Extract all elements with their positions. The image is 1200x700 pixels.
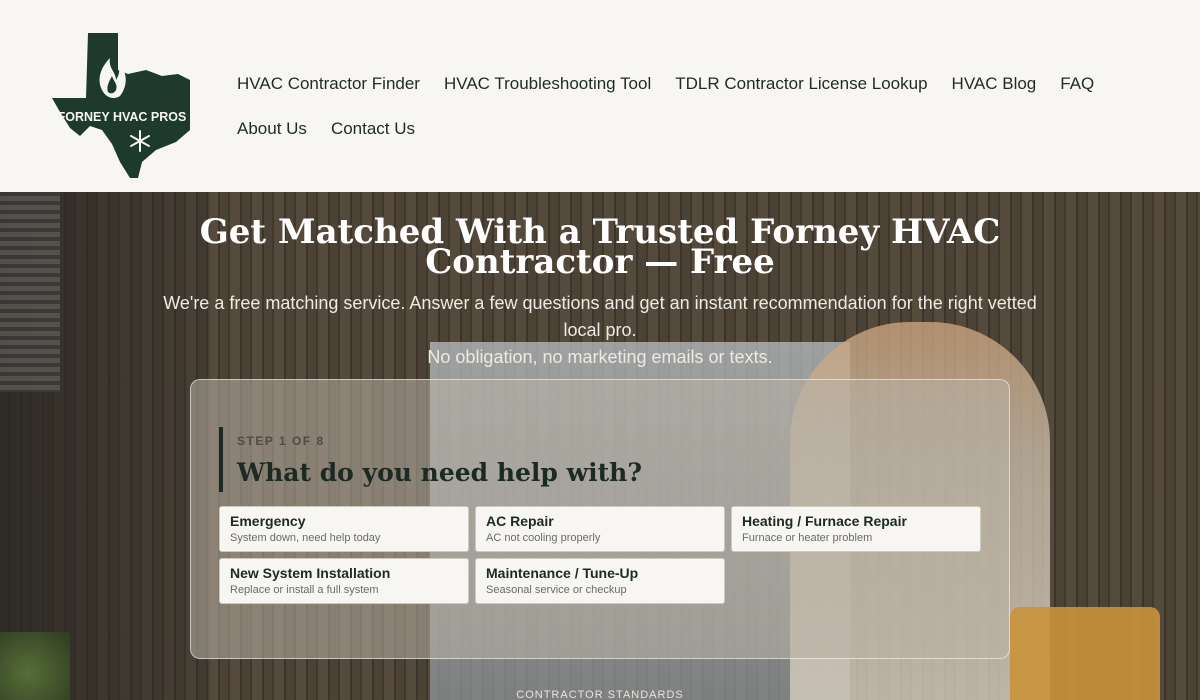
nav-item-contractor-finder[interactable]: HVAC Contractor Finder (225, 68, 432, 100)
hero-subtitle-line-2: No obligation, no marketing emails or te… (427, 347, 773, 367)
step-indicator: STEP 1 OF 8 (237, 434, 325, 448)
site-logo[interactable]: FORNEY HVAC PROS (50, 30, 195, 180)
option-description: AC not cooling properly (486, 532, 601, 544)
option-description: System down, need help today (230, 532, 381, 544)
hero-title: Get Matched With a Trusted Forney HVAC C… (199, 212, 1001, 282)
nav-item-faq[interactable]: FAQ (1048, 68, 1106, 100)
hero-subtitle: We're a free matching service. Answer a … (160, 290, 1040, 371)
hero-background-toolbelt (1010, 607, 1160, 700)
nav-item-about-us[interactable]: About Us (225, 113, 319, 145)
option-ac-repair[interactable]: AC Repair AC not cooling properly (475, 506, 725, 552)
hero-subtitle-line-1: We're a free matching service. Answer a … (163, 293, 1037, 340)
option-new-system-installation[interactable]: New System Installation Replace or insta… (219, 558, 469, 604)
option-title: AC Repair (486, 513, 554, 529)
option-title: Maintenance / Tune-Up (486, 565, 639, 581)
option-heating-furnace-repair[interactable]: Heating / Furnace Repair Furnace or heat… (731, 506, 981, 552)
option-title: New System Installation (230, 565, 391, 581)
nav-item-license-lookup[interactable]: TDLR Contractor License Lookup (663, 68, 939, 100)
service-options: Emergency System down, need help today A… (219, 506, 983, 604)
option-title: Emergency (230, 513, 306, 529)
nav-item-troubleshooting-tool[interactable]: HVAC Troubleshooting Tool (432, 68, 663, 100)
option-description: Seasonal service or checkup (486, 584, 627, 596)
step-question: What do you need help with? (237, 458, 642, 487)
option-description: Furnace or heater problem (742, 532, 873, 544)
texas-logo-icon: FORNEY HVAC PROS (52, 33, 190, 178)
hero-background-slats (0, 192, 60, 392)
step-header: STEP 1 OF 8 What do you need help with? (219, 427, 642, 492)
option-maintenance-tune-up[interactable]: Maintenance / Tune-Up Seasonal service o… (475, 558, 725, 604)
matching-form-card: STEP 1 OF 8 What do you need help with? … (190, 379, 1010, 659)
nav-item-contact-us[interactable]: Contact Us (319, 113, 427, 145)
contractor-standards-label: CONTRACTOR STANDARDS (516, 689, 684, 700)
svg-text:FORNEY HVAC PROS: FORNEY HVAC PROS (58, 110, 187, 124)
nav-item-blog[interactable]: HVAC Blog (940, 68, 1049, 100)
option-title: Heating / Furnace Repair (742, 513, 907, 529)
site-header: FORNEY HVAC PROS HVAC Contractor Finder … (0, 0, 1200, 192)
main-nav: HVAC Contractor Finder HVAC Troubleshoot… (225, 68, 1125, 158)
option-description: Replace or install a full system (230, 584, 379, 596)
option-emergency[interactable]: Emergency System down, need help today (219, 506, 469, 552)
hero-section: Get Matched With a Trusted Forney HVAC C… (0, 192, 1200, 700)
